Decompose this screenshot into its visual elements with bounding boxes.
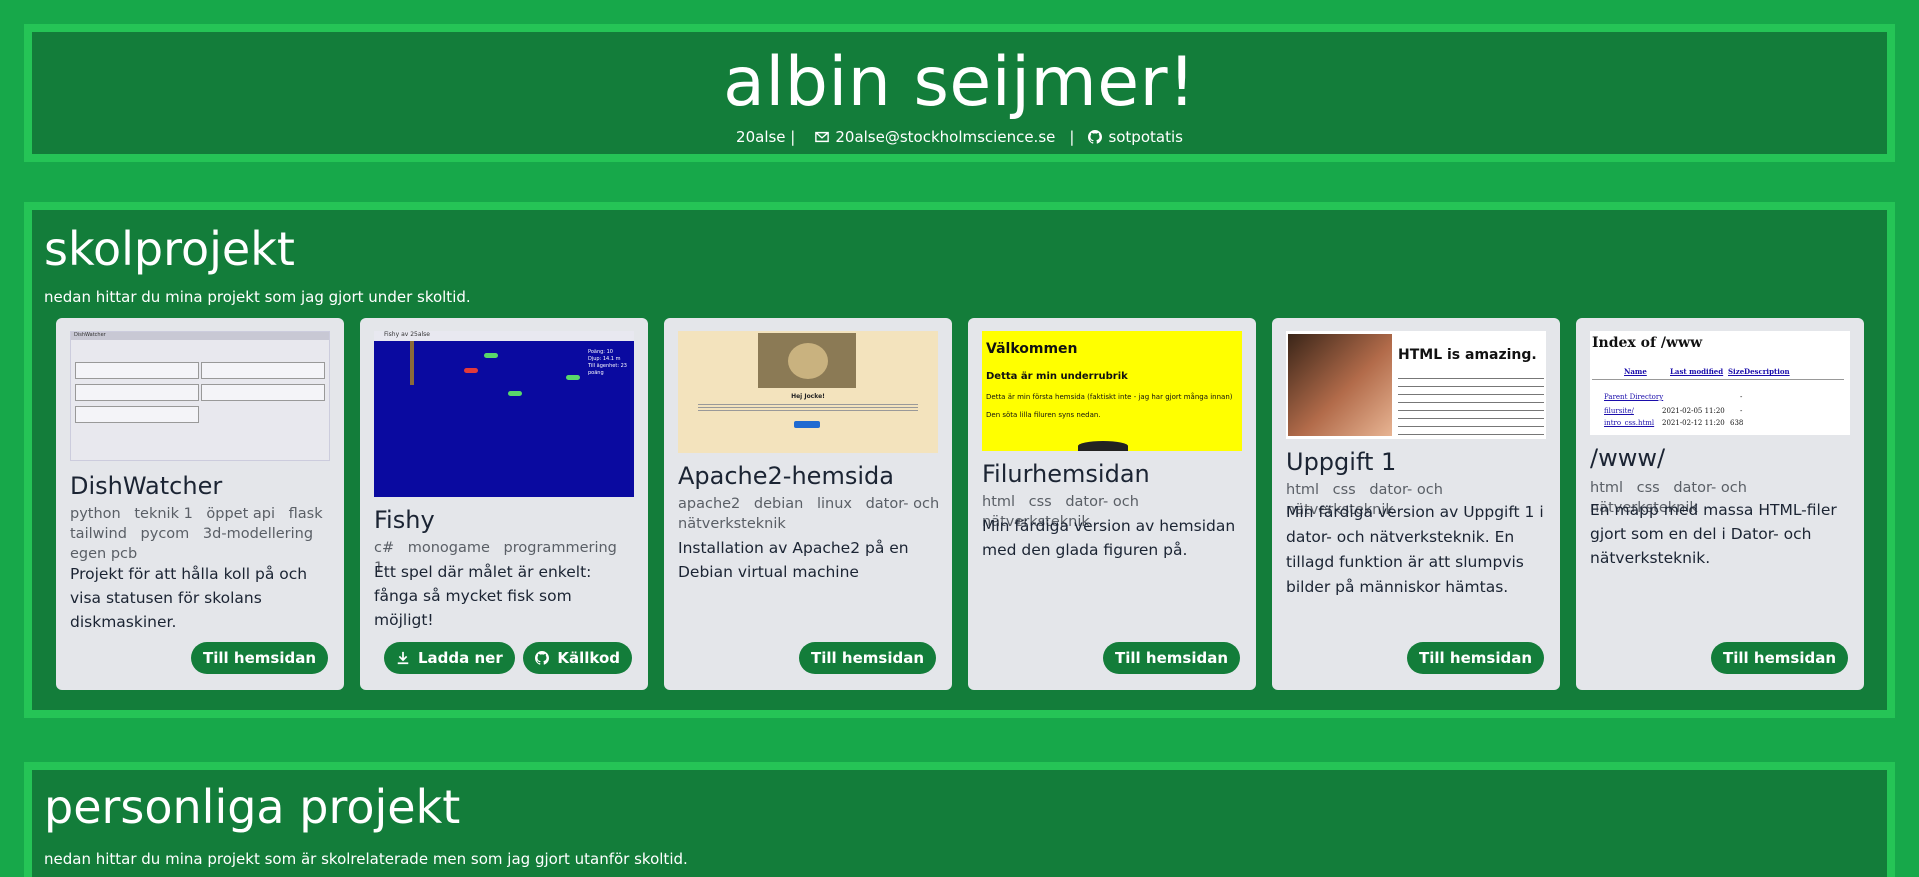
tag: css bbox=[1028, 494, 1052, 510]
cat-photo bbox=[758, 333, 856, 388]
tag: linux bbox=[816, 496, 852, 512]
thumb-heading: HTML is amazing. bbox=[1398, 347, 1537, 363]
hud-depth: Djup: 14.1 m bbox=[588, 356, 621, 362]
thumb-subheading: Detta är min underrubrik bbox=[986, 371, 1128, 382]
thumb-heading: Index of /www bbox=[1592, 335, 1703, 351]
tag: python bbox=[70, 506, 121, 522]
project-thumbnail: DishWatcher bbox=[70, 331, 330, 461]
download-icon bbox=[397, 651, 409, 665]
github-link[interactable]: sotpotatis bbox=[1108, 128, 1183, 146]
tag: html bbox=[1286, 482, 1320, 498]
col-name: Name bbox=[1624, 367, 1647, 376]
project-thumbnail: HTML is amazing. bbox=[1286, 331, 1546, 439]
project-card-fishy: Fishy av 25alse Poäng: 10 Djup: 14.1 m T… bbox=[360, 318, 648, 690]
card-description: Min färdiga version av hemsidan med den … bbox=[982, 517, 1236, 559]
row-size: - bbox=[1740, 407, 1743, 415]
person-photo bbox=[1288, 334, 1392, 436]
github-icon bbox=[1088, 130, 1103, 144]
card-description: Projekt för att hålla koll på och visa s… bbox=[70, 565, 308, 631]
card-description: Ett spel där målet är enkelt: fånga så m… bbox=[374, 563, 592, 629]
thumb-heading: Hej Jocke! bbox=[791, 393, 825, 400]
download-button[interactable]: Ladda ner bbox=[384, 642, 515, 674]
contact-row: 20alse | 20alse@stockholmscience.se | so… bbox=[32, 128, 1887, 146]
project-card-uppgift-1: HTML is amazing. Uppgift 1 html css dato… bbox=[1272, 318, 1560, 690]
tag: c# bbox=[374, 540, 395, 556]
tag: apache2 bbox=[678, 496, 741, 512]
section-description: nedan hittar du mina projekt som jag gjo… bbox=[44, 288, 471, 306]
card-description: Installation av Apache2 på en Debian vir… bbox=[678, 539, 909, 581]
hud-score: Poäng: 10 bbox=[588, 349, 613, 355]
project-thumbnail: Hej Jocke! bbox=[678, 331, 938, 453]
project-card-www: Index of /www Name Last modified Size De… bbox=[1576, 318, 1864, 690]
card-title: Fishy bbox=[374, 506, 435, 534]
row-size: - bbox=[1740, 393, 1743, 401]
hud-goal: Till ägenhet: 23 poäng bbox=[588, 363, 627, 376]
header-panel: albin seijmer! 20alse | 20alse@stockholm… bbox=[24, 24, 1895, 162]
project-thumbnail: Fishy av 25alse Poäng: 10 Djup: 14.1 m T… bbox=[374, 331, 634, 497]
card-description: En mapp med massa HTML-filer gjort som e… bbox=[1590, 501, 1837, 567]
thumb-text: Detta är min första hemsida (faktiskt in… bbox=[986, 393, 1233, 401]
thumb-app-title: DishWatcher bbox=[71, 332, 329, 340]
tag: tailwind bbox=[70, 526, 127, 542]
row-size: 638 bbox=[1730, 419, 1744, 427]
visit-website-button[interactable]: Till hemsidan bbox=[799, 642, 936, 674]
row-modified: 2021-02-12 11:20 bbox=[1662, 419, 1725, 427]
card-title: Apache2-hemsida bbox=[678, 462, 894, 490]
col-description: Description bbox=[1744, 367, 1790, 376]
tag: monogame bbox=[407, 540, 490, 556]
visit-website-button[interactable]: Till hemsidan bbox=[1711, 642, 1848, 674]
tag: pycom bbox=[140, 526, 190, 542]
row-modified: 2021-02-05 11:20 bbox=[1662, 407, 1725, 415]
row-name: filursite/ bbox=[1604, 407, 1634, 415]
school-projects-panel: skolprojekt nedan hittar du mina projekt… bbox=[24, 202, 1895, 718]
card-description: Min färdiga version av Uppgift 1 i dator… bbox=[1286, 503, 1544, 596]
email-link[interactable]: 20alse@stockholmscience.se bbox=[835, 128, 1055, 146]
tag: egen pcb bbox=[70, 546, 138, 562]
thumb-text: Den söta lilla filuren syns nedan. bbox=[986, 411, 1101, 419]
row-name: intro_css.html bbox=[1604, 419, 1655, 427]
contact-separator: | bbox=[1069, 128, 1075, 146]
visit-website-button[interactable]: Till hemsidan bbox=[1103, 642, 1240, 674]
project-card-filurhemsidan: Välkommen Detta är min underrubrik Detta… bbox=[968, 318, 1256, 690]
tag: html bbox=[1590, 480, 1624, 496]
section-description: nedan hittar du mina projekt som är skol… bbox=[44, 850, 688, 868]
tag: öppet api bbox=[206, 506, 276, 522]
visit-website-button[interactable]: Till hemsidan bbox=[191, 642, 328, 674]
col-size: Size bbox=[1728, 367, 1745, 376]
source-code-button[interactable]: Källkod bbox=[523, 642, 632, 674]
card-title: Filurhemsidan bbox=[982, 460, 1150, 488]
github-icon bbox=[535, 651, 550, 665]
project-thumbnail: Index of /www Name Last modified Size De… bbox=[1590, 331, 1850, 435]
col-modified: Last modified bbox=[1670, 367, 1724, 376]
section-title: skolprojekt bbox=[44, 222, 295, 276]
card-title: DishWatcher bbox=[70, 472, 223, 500]
project-thumbnail: Välkommen Detta är min underrubrik Detta… bbox=[982, 331, 1242, 451]
mail-icon bbox=[815, 131, 830, 143]
card-title: /www/ bbox=[1590, 444, 1666, 472]
row-name: Parent Directory bbox=[1604, 393, 1664, 401]
personal-projects-panel: personliga projekt nedan hittar du mina … bbox=[24, 762, 1895, 877]
visit-website-button[interactable]: Till hemsidan bbox=[1407, 642, 1544, 674]
thumb-heading: Välkommen bbox=[986, 341, 1078, 357]
tag: html bbox=[982, 494, 1016, 510]
tag: css bbox=[1332, 482, 1356, 498]
tag: css bbox=[1636, 480, 1660, 496]
card-tags: python teknik 1 öppet api flask tailwind… bbox=[70, 504, 332, 564]
card-tags: apache2 debian linux dator- och nätverks… bbox=[678, 494, 940, 534]
card-title: Uppgift 1 bbox=[1286, 448, 1397, 476]
tag: debian bbox=[753, 496, 804, 512]
project-card-dishwatcher: DishWatcher DishWatcher python teknik 1 … bbox=[56, 318, 344, 690]
tag: teknik 1 bbox=[134, 506, 193, 522]
tag: flask bbox=[288, 506, 323, 522]
username: 20alse | bbox=[736, 128, 796, 146]
project-card-apache2: Hej Jocke! Apache2-hemsida apache2 debia… bbox=[664, 318, 952, 690]
section-title: personliga projekt bbox=[44, 780, 461, 834]
site-title: albin seijmer! bbox=[723, 43, 1196, 122]
tag: 3d-modellering bbox=[202, 526, 314, 542]
thumb-window-title: Fishy av 25alse bbox=[374, 331, 634, 341]
